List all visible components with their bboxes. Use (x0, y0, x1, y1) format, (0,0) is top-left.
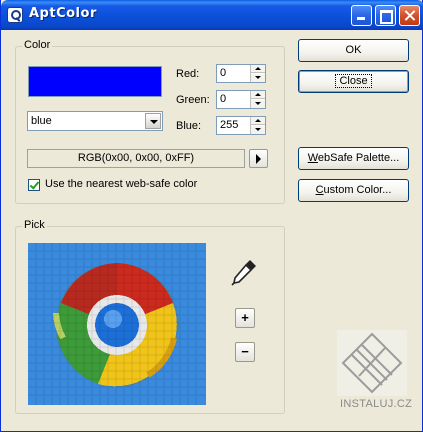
green-label: Green: (176, 94, 210, 106)
blue-value: 255 (220, 119, 239, 131)
green-spinbox[interactable]: 0 (216, 90, 266, 109)
minimize-button[interactable] (351, 5, 372, 26)
spin-up-icon[interactable] (251, 117, 265, 125)
preview-ring (53, 263, 179, 387)
red-spinbox[interactable]: 0 (216, 64, 266, 83)
aptcolor-window: AptColor Color blue Red: 0 Green: 0 Blue… (0, 0, 423, 432)
title-bar[interactable]: AptColor (1, 0, 423, 30)
watermark-text: INSTALUJ.CZ (340, 398, 413, 410)
ok-button[interactable]: OK (298, 39, 409, 62)
color-name-select[interactable]: blue (27, 111, 163, 131)
watermark-logo-icon (337, 330, 407, 396)
red-value: 0 (220, 67, 227, 79)
blue-label: Blue: (176, 120, 202, 132)
websafe-palette-button[interactable]: WebSafe Palette... (298, 147, 409, 170)
websafe-checkbox-label[interactable]: Use the nearest web-safe color (45, 178, 197, 190)
red-spin-buttons (250, 65, 265, 82)
websafe-checkbox[interactable] (28, 179, 40, 191)
spin-up-icon[interactable] (251, 65, 265, 73)
red-label: Red: (176, 68, 200, 80)
app-magnifier-icon (7, 7, 23, 23)
color-swatch (28, 66, 162, 97)
green-spin-buttons (250, 91, 265, 108)
rgb-readout: RGB(0x00, 0x00, 0xFF) (27, 149, 245, 168)
chrome-logo-pixelated-icon (28, 243, 206, 405)
eyedropper-icon[interactable] (230, 258, 258, 286)
spin-down-icon[interactable] (251, 126, 265, 134)
blue-spinbox[interactable]: 255 (216, 116, 266, 135)
chevron-down-icon[interactable] (145, 113, 161, 129)
spin-down-icon[interactable] (251, 100, 265, 108)
green-value: 0 (220, 93, 227, 105)
blue-spin-buttons (250, 117, 265, 134)
pick-group-label: Pick (22, 219, 47, 231)
spin-up-icon[interactable] (251, 91, 265, 99)
close-window-button[interactable] (399, 5, 420, 26)
rgb-menu-button[interactable] (249, 149, 268, 168)
window-title: AptColor (29, 6, 97, 21)
custom-color-button[interactable]: Custom Color... (298, 179, 409, 202)
color-group-label: Color (22, 39, 53, 51)
close-button-label: Close (335, 74, 372, 88)
zoom-out-button[interactable]: − (235, 342, 255, 362)
pick-preview[interactable] (28, 243, 206, 405)
spin-down-icon[interactable] (251, 74, 265, 82)
color-name-value: blue (31, 115, 52, 127)
zoom-in-button[interactable]: + (235, 308, 255, 328)
maximize-button[interactable] (375, 5, 396, 26)
close-button[interactable]: Close (298, 70, 409, 93)
